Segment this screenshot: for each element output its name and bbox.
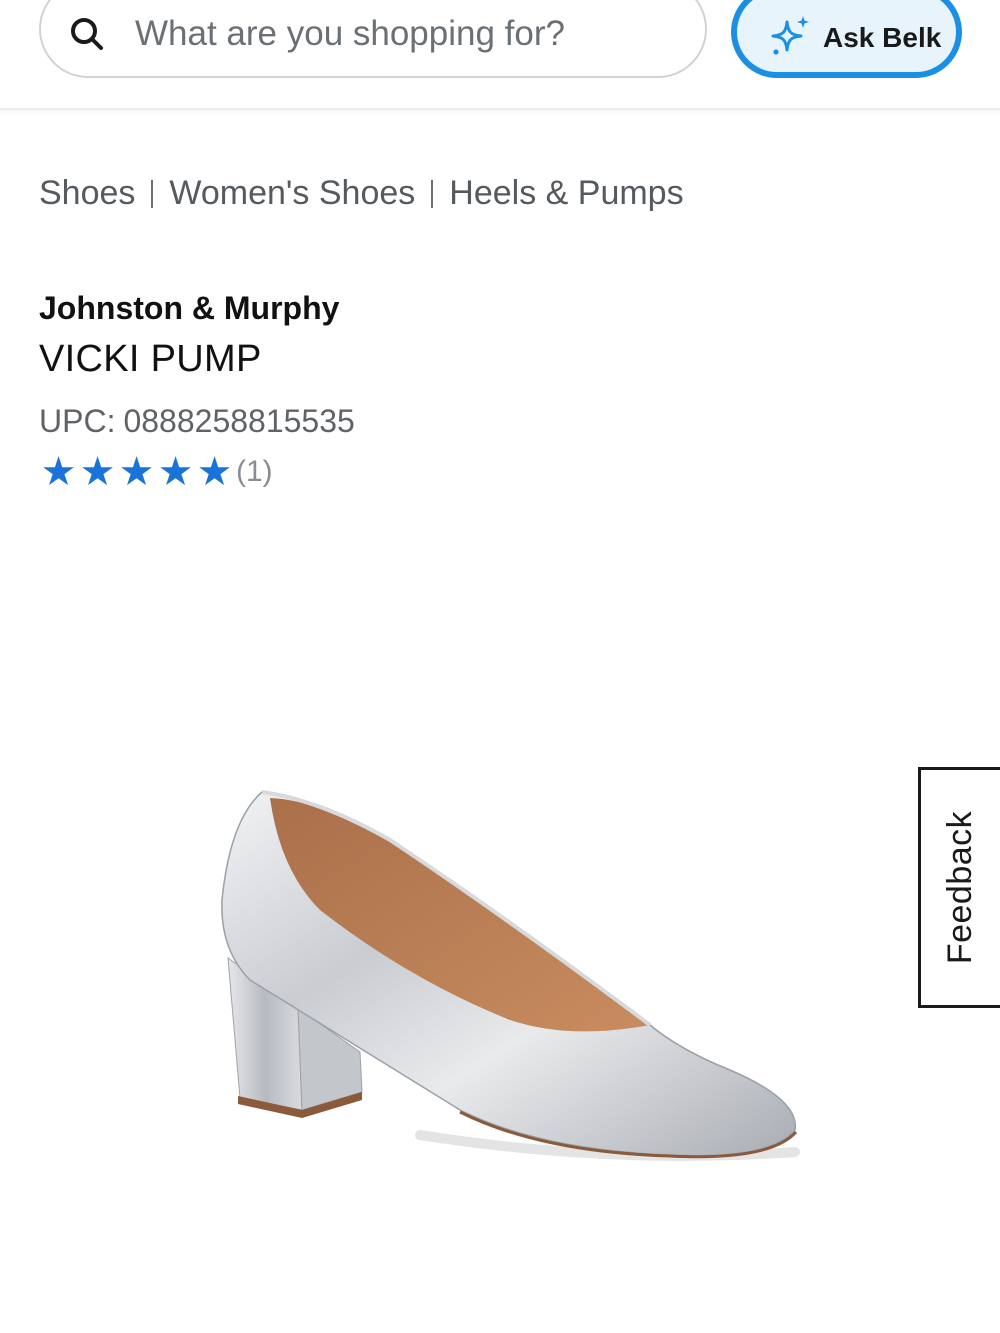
ask-belk-button[interactable]: Ask Belk [731, 0, 962, 78]
search-bar[interactable] [39, 0, 707, 78]
upc-label: UPC: [39, 403, 116, 439]
review-count[interactable]: (1) [236, 455, 273, 489]
product-upc: UPC: 0888258815535 [39, 403, 355, 440]
site-header: Ask Belk [0, 0, 1000, 110]
sparkle-icon [771, 16, 809, 55]
star-icon: ★ [196, 449, 233, 495]
breadcrumb-item-womens-shoes[interactable]: Women's Shoes [169, 174, 415, 213]
breadcrumb-item-heels-pumps[interactable]: Heels & Pumps [449, 174, 683, 213]
product-rating[interactable]: ★ ★ ★ ★ ★ (1) [39, 452, 273, 492]
search-icon [71, 18, 103, 50]
breadcrumb-separator [151, 179, 154, 208]
breadcrumb-item-shoes[interactable]: Shoes [39, 174, 135, 213]
ask-belk-label: Ask Belk [823, 22, 942, 53]
breadcrumb-separator [431, 179, 434, 208]
star-icon: ★ [79, 449, 116, 495]
star-icon: ★ [40, 449, 77, 495]
product-image[interactable] [210, 780, 810, 1200]
product-page: Ask Belk Shoes Women's Shoes Heels & Pum… [0, 0, 1000, 1333]
search-input[interactable] [135, 12, 675, 56]
product-brand[interactable]: Johnston & Murphy [39, 290, 339, 327]
product-title: VICKI PUMP [39, 338, 262, 380]
breadcrumb: Shoes Women's Shoes Heels & Pumps [39, 174, 684, 213]
feedback-label: Feedback [941, 810, 980, 965]
star-icon: ★ [118, 449, 155, 495]
star-icon: ★ [157, 449, 194, 495]
upc-value: 0888258815535 [123, 403, 355, 439]
feedback-tab[interactable]: Feedback [918, 767, 1000, 1008]
